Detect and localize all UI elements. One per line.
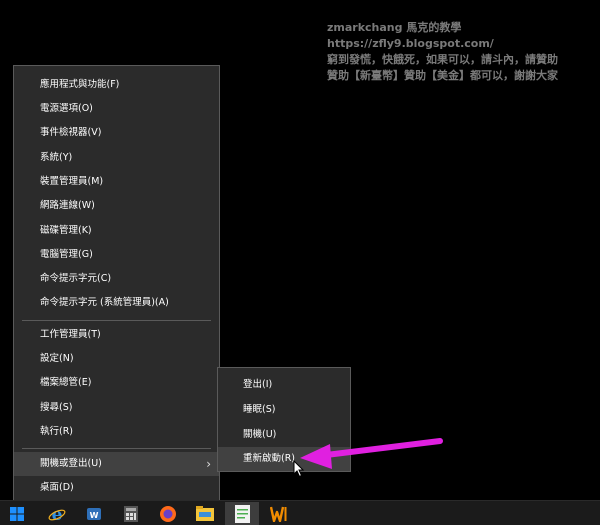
menu-item-command-prompt[interactable]: 命令提示字元(C) (14, 267, 219, 291)
menu-item-network-connections[interactable]: 網路連線(W) (14, 194, 219, 218)
app-icon[interactable]: W (77, 502, 111, 525)
chevron-right-icon: › (206, 457, 211, 471)
menu-item-task-manager[interactable]: 工作管理員(T) (14, 323, 219, 347)
menu-item-device-manager[interactable]: 裝置管理員(M) (14, 170, 219, 194)
menu-item-power-options[interactable]: 電源選項(O) (14, 97, 219, 121)
menu-item-shutdown-signout[interactable]: 關機或登出(U) › (14, 452, 219, 476)
watermark: zmarkchang 馬克的教學 https://zfly9.blogspot.… (327, 20, 558, 84)
internet-explorer-icon[interactable]: e (40, 502, 74, 525)
watermark-line-1: zmarkchang 馬克的教學 (327, 21, 462, 34)
notepad-icon[interactable] (225, 502, 259, 525)
menu-item-label: 關機或登出(U) (40, 458, 102, 469)
shutdown-submenu: 登出(I) 睡眠(S) 關機(U) 重新啟動(R) (217, 367, 351, 472)
calculator-icon[interactable] (114, 502, 148, 525)
watermark-line-3: 窮到發慌，快餓死，如果可以，請斗內，請贊助 (327, 53, 558, 66)
menu-item-computer-management[interactable]: 電腦管理(G) (14, 243, 219, 267)
submenu-item-sleep[interactable]: 睡眠(S) (218, 398, 350, 422)
menu-item-settings[interactable]: 設定(N) (14, 347, 219, 371)
submenu-item-sign-out[interactable]: 登出(I) (218, 373, 350, 397)
menu-item-run[interactable]: 執行(R) (14, 420, 219, 444)
menu-item-disk-management[interactable]: 磁碟管理(K) (14, 219, 219, 243)
windows-start-icon[interactable] (0, 502, 34, 525)
menu-item-system[interactable]: 系統(Y) (14, 146, 219, 170)
mouse-cursor-icon (293, 460, 305, 478)
winamp-icon[interactable] (262, 502, 296, 525)
menu-item-file-explorer[interactable]: 檔案總管(E) (14, 371, 219, 395)
winx-context-menu: 應用程式與功能(F) 電源選項(O) 事件檢視器(V) 系統(Y) 裝置管理員(… (13, 65, 220, 501)
file-explorer-icon[interactable] (188, 502, 222, 525)
menu-item-event-viewer[interactable]: 事件檢視器(V) (14, 121, 219, 145)
firefox-icon[interactable] (151, 502, 185, 525)
taskbar: e W (0, 500, 600, 525)
submenu-item-shut-down[interactable]: 關機(U) (218, 423, 350, 447)
watermark-line-4: 贊助【新臺幣】贊助【美金】都可以，謝謝大家 (327, 69, 558, 82)
svg-text:W: W (90, 511, 99, 520)
watermark-line-2: https://zfly9.blogspot.com/ (327, 37, 494, 50)
submenu-item-restart[interactable]: 重新啟動(R) (218, 447, 350, 471)
menu-separator (22, 448, 211, 449)
menu-item-apps-features[interactable]: 應用程式與功能(F) (14, 73, 219, 97)
menu-item-desktop[interactable]: 桌面(D) (14, 476, 219, 500)
menu-separator (22, 320, 211, 321)
menu-item-command-prompt-admin[interactable]: 命令提示字元 (系統管理員)(A) (14, 291, 219, 315)
menu-item-search[interactable]: 搜尋(S) (14, 396, 219, 420)
